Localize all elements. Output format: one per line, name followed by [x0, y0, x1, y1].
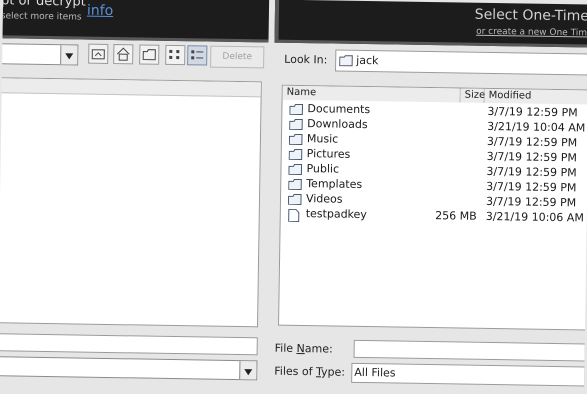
left-file-type-select[interactable] — [0, 356, 257, 380]
delete-button[interactable]: Delete — [210, 46, 264, 69]
file-modified: 3/21/19 10:04 AM — [487, 120, 585, 135]
folder-icon — [288, 179, 302, 190]
folder-icon — [288, 164, 302, 175]
left-file-list-header — [0, 78, 261, 97]
file-modified: 3/7/19 12:59 PM — [486, 180, 576, 194]
folder-icon — [339, 55, 353, 67]
folder-icon — [289, 149, 303, 160]
left-file-name-field[interactable] — [0, 333, 258, 355]
folder-icon — [289, 119, 303, 130]
chevron-down-icon[interactable] — [239, 361, 256, 379]
screen: pt or decrypt select more items info Sel… — [0, 0, 587, 393]
file-name: Videos — [306, 192, 343, 206]
create-pad-link[interactable]: or create a new One Time — [476, 27, 587, 39]
file-name: Templates — [306, 177, 362, 191]
file-modified: 3/7/19 12:59 PM — [486, 195, 576, 209]
pad-title: Select One-Time — [475, 7, 587, 25]
look-in-value: jack — [356, 51, 379, 71]
file-name-field[interactable] — [354, 340, 586, 362]
home-icon — [116, 47, 130, 61]
up-folder-icon — [91, 47, 105, 61]
file-modified: 3/7/19 12:59 PM — [487, 135, 577, 149]
folder-icon — [288, 194, 302, 205]
file-modified: 3/7/19 12:59 PM — [487, 105, 577, 119]
info-link[interactable]: info — [87, 3, 114, 19]
encrypt-header: pt or decrypt select more items info — [0, 0, 269, 42]
file-name: Pictures — [307, 147, 351, 161]
details-view-icon — [190, 48, 204, 62]
file-size: 256 MB — [435, 209, 477, 223]
up-folder-button[interactable] — [88, 44, 108, 64]
chevron-down-icon[interactable] — [60, 45, 77, 64]
file-name: Public — [306, 162, 339, 176]
file-name-label: File Name: — [275, 342, 333, 356]
new-folder-button[interactable] — [139, 44, 159, 64]
file-modified: 3/21/19 10:06 AM — [486, 210, 584, 225]
encrypt-title: pt or decrypt — [1, 0, 86, 10]
list-view-icon — [168, 48, 182, 62]
size-column-header[interactable]: Size — [461, 89, 485, 103]
file-modified: 3/7/19 12:59 PM — [486, 165, 576, 179]
file-modified: 3/7/19 12:59 PM — [487, 150, 577, 164]
details-view-button[interactable] — [187, 45, 207, 65]
home-button[interactable] — [113, 44, 133, 64]
modified-column-header[interactable]: Modified — [485, 89, 587, 105]
new-folder-icon — [142, 48, 156, 62]
name-column-header[interactable]: Name — [283, 86, 461, 103]
right-file-list[interactable]: Name Size Modified Documents 3/7/19 12:59… — [278, 85, 587, 331]
list-view-button[interactable] — [165, 45, 185, 65]
folder-icon — [289, 104, 303, 115]
files-of-type-label: Files of Type: — [274, 365, 345, 379]
pad-header: Select One-Time or create a new One Time — [274, 0, 587, 48]
file-name: Downloads — [307, 117, 368, 131]
file-name: testpadkey — [306, 207, 367, 221]
files-of-type-select[interactable]: All Files — [351, 363, 585, 387]
file-icon — [288, 209, 300, 222]
file-name: Music — [307, 132, 339, 145]
left-look-in-select[interactable] — [0, 43, 78, 65]
file-name: Documents — [307, 102, 370, 116]
look-in-select[interactable]: jack — [335, 50, 587, 76]
look-in-label: Look In: — [284, 53, 327, 67]
left-file-list[interactable] — [0, 77, 262, 327]
encrypt-subtitle: select more items — [1, 11, 82, 22]
folder-icon — [289, 134, 303, 145]
